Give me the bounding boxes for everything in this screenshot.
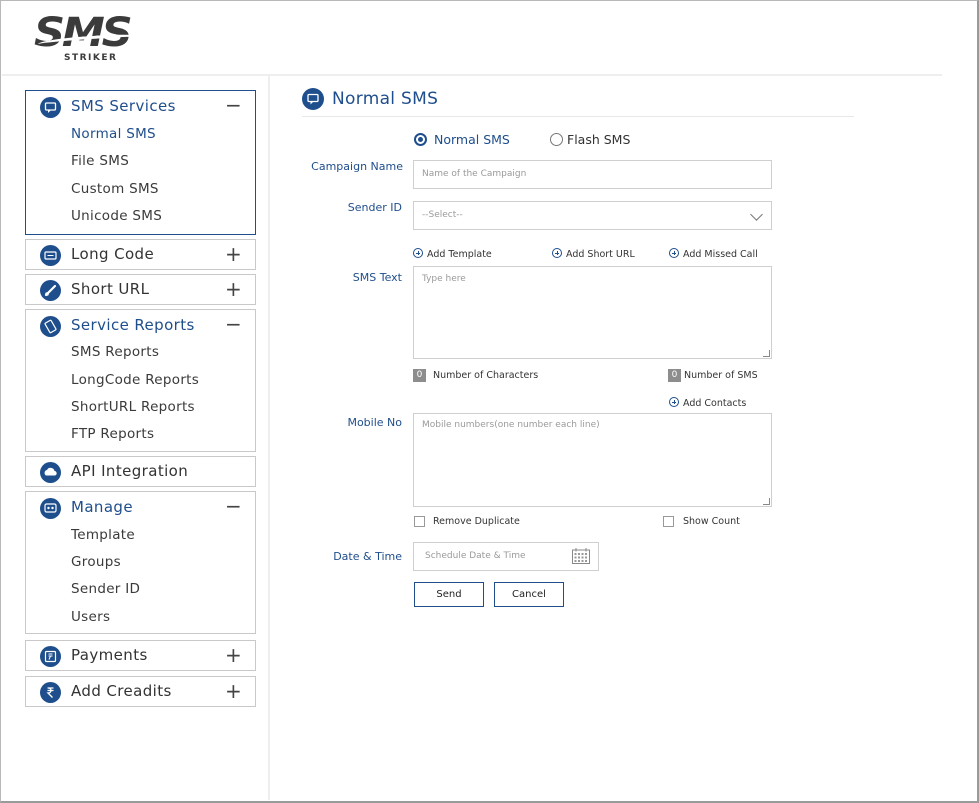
reports-icon (40, 316, 61, 337)
mobile-numbers-textarea[interactable]: Mobile numbers(one number each line) (413, 413, 772, 507)
sidebar-item-custom-sms[interactable]: Custom SMS (71, 181, 159, 197)
sms-text-placeholder: Type here (422, 274, 466, 284)
sidebar-panel-service-reports: Service Reports − SMS Reports LongCode R… (25, 309, 256, 452)
cancel-button[interactable]: Cancel (494, 582, 564, 607)
add-missed-call-link[interactable]: Add Missed Call (669, 248, 758, 260)
sidebar-item-longcode-reports[interactable]: LongCode Reports (71, 372, 199, 388)
sidebar-title-sms-services: SMS Services (71, 97, 176, 115)
cloud-icon (40, 462, 61, 483)
schedule-date-time-placeholder: Schedule Date & Time (425, 551, 526, 561)
sms-text-textarea[interactable]: Type here (413, 266, 772, 359)
chevron-down-icon (750, 208, 763, 221)
sidebar-item-shorturl-reports[interactable]: ShortURL Reports (71, 399, 195, 415)
sender-id-value: --Select-- (422, 210, 463, 220)
sidebar-item-template[interactable]: Template (71, 527, 135, 543)
expand-icon[interactable]: + (225, 279, 242, 299)
sidebar-divider (268, 76, 270, 800)
radio-flash-sms[interactable] (550, 133, 563, 146)
sms-count-badge: 0 (668, 369, 681, 382)
sidebar-title-short-url: Short URL (71, 280, 150, 298)
sidebar-panel-short-url[interactable]: Short URL + (25, 274, 256, 305)
sidebar-panel-payments[interactable]: Payments + (25, 640, 256, 671)
calendar-icon[interactable] (572, 548, 590, 564)
rupee-icon (40, 682, 61, 703)
sidebar-title-api-integration: API Integration (71, 462, 189, 480)
title-divider (302, 116, 854, 117)
sidebar-item-users[interactable]: Users (71, 609, 110, 625)
sidebar-panel-manage: Manage − Template Groups Sender ID Users (25, 491, 256, 634)
sidebar-header-service-reports[interactable]: Service Reports − (26, 310, 255, 342)
chat-bubble-icon (302, 88, 324, 110)
date-time-label: Date & Time (333, 550, 402, 563)
campaign-name-placeholder: Name of the Campaign (422, 169, 527, 179)
sidebar-item-unicode-sms[interactable]: Unicode SMS (71, 208, 162, 224)
sidebar-title-payments: Payments (71, 646, 148, 664)
sidebar-panel-long-code[interactable]: Long Code + (25, 239, 256, 270)
add-contacts-label: Add Contacts (683, 398, 747, 409)
collapse-icon[interactable]: − (225, 314, 242, 334)
add-contacts-link[interactable]: Add Contacts (669, 397, 746, 409)
sidebar-item-sender-id[interactable]: Sender ID (71, 581, 140, 597)
long-code-icon (40, 245, 61, 266)
sidebar-header-sms-services[interactable]: SMS Services − (26, 91, 255, 123)
radio-normal-sms[interactable] (414, 133, 427, 146)
expand-icon[interactable]: + (225, 645, 242, 665)
add-template-label: Add Template (427, 249, 492, 260)
collapse-icon[interactable]: − (225, 95, 242, 115)
sms-text-label: SMS Text (352, 271, 402, 284)
sidebar-panel-sms-services: SMS Services − Normal SMS File SMS Custo… (25, 90, 256, 235)
add-circle-icon (669, 397, 679, 407)
payments-icon (40, 646, 61, 667)
sender-id-select[interactable]: --Select-- (413, 201, 772, 230)
sender-id-label: Sender ID (347, 201, 402, 214)
radio-label-normal-sms[interactable]: Normal SMS (434, 132, 510, 147)
remove-duplicate-label[interactable]: Remove Duplicate (433, 516, 520, 527)
chat-bubble-icon (40, 97, 61, 118)
campaign-name-input[interactable]: Name of the Campaign (413, 160, 772, 189)
add-circle-icon (413, 248, 423, 258)
add-missed-call-label: Add Missed Call (683, 249, 758, 260)
remove-duplicate-checkbox[interactable] (414, 516, 425, 527)
character-count-badge: 0 (413, 369, 426, 382)
sidebar-item-file-sms[interactable]: File SMS (71, 153, 129, 169)
sms-striker-logo[interactable]: SMS STRIKER (34, 10, 144, 64)
logo-sub-text: STRIKER (64, 53, 118, 63)
show-count-label[interactable]: Show Count (683, 516, 740, 527)
add-template-link[interactable]: Add Template (413, 248, 492, 260)
page-title: Normal SMS (332, 89, 439, 109)
sidebar-title-add-credits: Add Creadits (71, 682, 172, 700)
sidebar-item-groups[interactable]: Groups (71, 554, 121, 570)
sidebar-title-manage: Manage (71, 498, 133, 516)
sidebar-title-service-reports: Service Reports (71, 316, 195, 334)
sms-count-label: Number of SMS (684, 370, 758, 381)
schedule-date-time-input[interactable]: Schedule Date & Time (413, 542, 599, 571)
sidebar-panel-api-integration[interactable]: API Integration (25, 456, 256, 487)
character-count-label: Number of Characters (433, 370, 539, 381)
expand-icon[interactable]: + (225, 681, 242, 701)
sidebar-item-normal-sms[interactable]: Normal SMS (71, 126, 156, 142)
mobile-numbers-placeholder: Mobile numbers(one number each line) (422, 420, 600, 430)
resize-grip-icon[interactable] (763, 350, 770, 357)
sidebar-title-long-code: Long Code (71, 245, 155, 263)
campaign-name-label: Campaign Name (311, 160, 403, 173)
send-button[interactable]: Send (414, 582, 484, 607)
collapse-icon[interactable]: − (225, 496, 242, 516)
sidebar-item-ftp-reports[interactable]: FTP Reports (71, 426, 154, 442)
add-circle-icon (552, 248, 562, 258)
manage-icon (40, 498, 61, 519)
sidebar-header-manage[interactable]: Manage − (26, 492, 255, 524)
resize-grip-icon[interactable] (763, 498, 770, 505)
mobile-no-label: Mobile No (347, 416, 402, 429)
logo-main-text: SMS (34, 10, 133, 56)
sidebar-panel-add-credits[interactable]: Add Creadits + (25, 676, 256, 707)
header-divider (2, 74, 942, 76)
add-short-url-link[interactable]: Add Short URL (552, 248, 635, 260)
add-short-url-label: Add Short URL (566, 249, 635, 260)
add-circle-icon (669, 248, 679, 258)
radio-label-flash-sms[interactable]: Flash SMS (567, 132, 630, 147)
sidebar-item-sms-reports[interactable]: SMS Reports (71, 344, 159, 360)
expand-icon[interactable]: + (225, 244, 242, 264)
show-count-checkbox[interactable] (663, 516, 674, 527)
link-icon (40, 280, 61, 301)
